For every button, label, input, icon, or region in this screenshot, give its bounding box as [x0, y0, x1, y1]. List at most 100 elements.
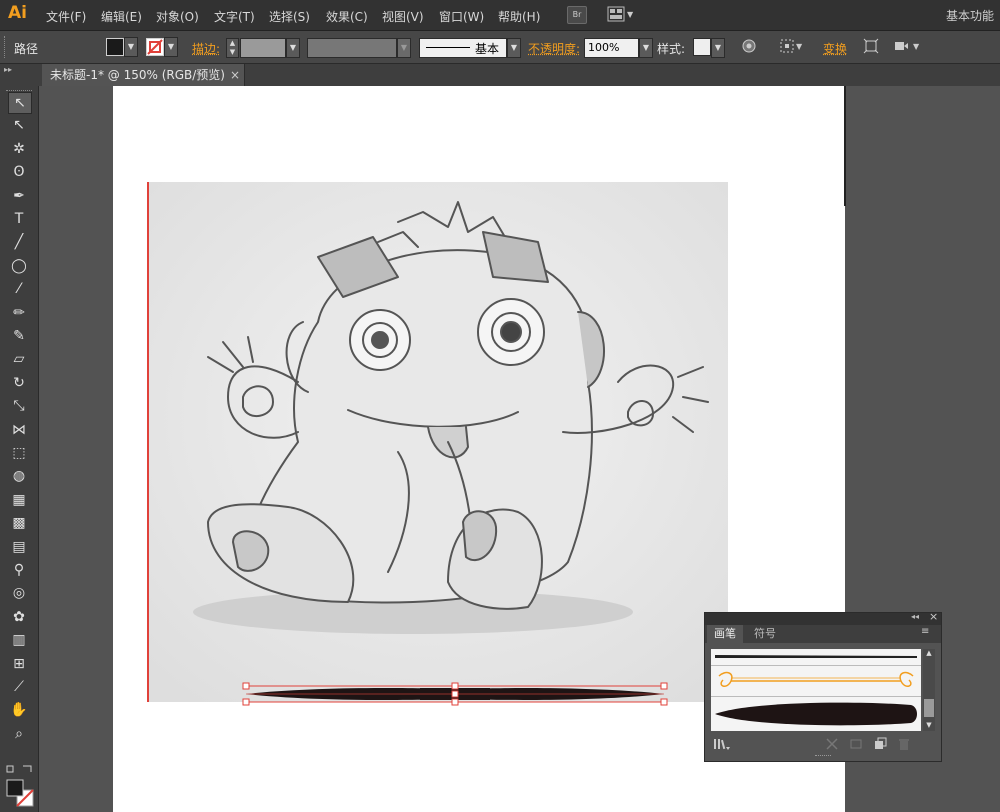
menu-file[interactable]: 文件(F): [46, 8, 86, 25]
stroke-swatch[interactable]: [146, 38, 164, 56]
brush-list-scrollbar[interactable]: ▲ ▼: [923, 649, 935, 731]
gradient-tool[interactable]: ▤: [8, 537, 30, 557]
blob-brush-icon: ✎: [13, 328, 25, 344]
variable-width-profile[interactable]: [307, 38, 397, 58]
chevron-down-icon[interactable]: ▼: [913, 42, 919, 51]
align-to-button[interactable]: [779, 38, 795, 54]
fill-swatch[interactable]: [106, 38, 124, 56]
line-segment-tool[interactable]: ╱: [8, 232, 30, 252]
opacity-input[interactable]: 100%: [584, 38, 639, 58]
stroke-dropdown[interactable]: ▼: [164, 37, 178, 57]
scroll-down-icon[interactable]: ▼: [923, 721, 935, 731]
panel-menu-icon[interactable]: ≡: [921, 626, 929, 637]
selection-tool[interactable]: ↖: [8, 92, 32, 114]
opacity-dropdown[interactable]: ▼: [639, 38, 653, 58]
menu-window[interactable]: 窗口(W): [439, 8, 484, 25]
menu-edit[interactable]: 编辑(E): [101, 8, 142, 25]
tab-symbols[interactable]: 符号: [747, 625, 783, 643]
brush-dropdown[interactable]: ▼: [507, 38, 521, 58]
align-to-icon: [780, 39, 794, 53]
remove-brush-stroke-button[interactable]: [825, 737, 839, 751]
chevron-down-icon[interactable]: ▼: [796, 42, 802, 51]
stroke-weight-stepper[interactable]: ▲ ▼: [226, 38, 239, 58]
symbol-sprayer-tool[interactable]: ✿: [8, 607, 30, 627]
brush-item-charcoal[interactable]: [711, 649, 921, 666]
eraser-tool[interactable]: ▱: [8, 349, 30, 369]
panel-header[interactable]: ◂◂ ×: [705, 610, 941, 625]
perspective-grid-tool[interactable]: ▦: [8, 490, 30, 510]
ellipse-tool[interactable]: ◯: [8, 256, 30, 276]
artboard-tool[interactable]: ⊞: [8, 654, 30, 674]
direct-selection-tool[interactable]: ↖: [8, 115, 30, 135]
brush-list: [711, 649, 921, 731]
collapse-toolbar-icon[interactable]: ▸▸: [4, 65, 12, 74]
trash-icon: [899, 739, 909, 750]
menu-type[interactable]: 文字(T): [214, 8, 255, 25]
new-brush-button[interactable]: [873, 737, 887, 751]
blob-brush-tool[interactable]: ✎: [8, 326, 30, 346]
close-panel-icon[interactable]: ×: [929, 610, 938, 623]
mesh-tool[interactable]: ▩: [8, 513, 30, 533]
menu-help[interactable]: 帮助(H): [498, 8, 540, 25]
shape-builder-tool[interactable]: ◍: [8, 466, 30, 486]
selected-brush-path[interactable]: [240, 680, 670, 708]
grip-handle[interactable]: [4, 36, 8, 58]
delete-brush-button[interactable]: [897, 737, 911, 751]
blend-tool[interactable]: ◎: [8, 583, 30, 603]
eyedropper-tool[interactable]: ⚲: [8, 560, 30, 580]
line-segment-icon: ╱: [14, 234, 24, 251]
recolor-artwork-button[interactable]: [741, 38, 757, 54]
free-transform-tool[interactable]: ⬚: [8, 443, 30, 463]
stroke-label[interactable]: 描边:: [192, 40, 220, 57]
brush-item-art-taper[interactable]: [711, 697, 921, 731]
menu-effect[interactable]: 效果(C): [326, 8, 368, 25]
stroke-weight-input[interactable]: [240, 38, 286, 58]
stroke-weight-dropdown[interactable]: ▼: [286, 38, 300, 58]
tab-brushes[interactable]: 画笔: [707, 625, 743, 643]
graphic-style-dropdown[interactable]: ▼: [711, 38, 725, 58]
more-options-button[interactable]: [893, 38, 909, 54]
zoom-tool[interactable]: ⌕: [8, 724, 30, 744]
collapse-panel-icon[interactable]: ◂◂: [911, 612, 919, 621]
column-graph-tool[interactable]: ▥: [8, 630, 30, 650]
bridge-button[interactable]: Br: [567, 6, 587, 24]
scale-icon: ⤡: [13, 398, 25, 415]
menu-object[interactable]: 对象(O): [156, 8, 199, 25]
chevron-down-icon[interactable]: ▼: [627, 10, 633, 19]
brush-libraries-button[interactable]: [713, 737, 731, 751]
isolate-button[interactable]: [863, 38, 879, 54]
hand-tool[interactable]: ✋: [8, 700, 30, 720]
variable-width-dropdown[interactable]: ▼: [397, 38, 411, 58]
scroll-thumb[interactable]: [924, 699, 934, 717]
pen-tool[interactable]: ✒: [8, 186, 30, 206]
new-item-icon: [875, 737, 887, 749]
slice-tool[interactable]: ⟋: [8, 677, 30, 697]
fill-dropdown[interactable]: ▼: [124, 37, 138, 57]
placed-sketch-image[interactable]: [148, 182, 728, 702]
brush-options-button[interactable]: [849, 737, 863, 751]
brush-definition[interactable]: 基本: [419, 38, 507, 58]
transform-link[interactable]: 变换: [823, 40, 847, 57]
close-tab-icon[interactable]: ×: [230, 64, 240, 86]
menu-view[interactable]: 视图(V): [382, 8, 424, 25]
brush-item-pattern[interactable]: [711, 666, 921, 697]
magic-wand-tool[interactable]: ✲: [8, 139, 30, 159]
arrange-documents-icon: [607, 6, 625, 22]
paintbrush-tool[interactable]: ⁄: [8, 279, 30, 299]
graphic-style-swatch[interactable]: [693, 38, 711, 56]
workspace-switcher[interactable]: 基本功能: [946, 7, 994, 24]
opacity-label[interactable]: 不透明度:: [528, 40, 580, 57]
pencil-tool[interactable]: ✏: [8, 303, 30, 323]
lasso-tool[interactable]: ʘ: [8, 162, 30, 182]
scroll-up-icon[interactable]: ▲: [923, 649, 935, 659]
panel-resize-grip[interactable]: [815, 755, 831, 760]
menu-select[interactable]: 选择(S): [269, 8, 310, 25]
remove-stroke-icon: [826, 738, 838, 750]
document-tab[interactable]: 未标题-1* @ 150% (RGB/预览) ×: [42, 64, 245, 86]
type-tool[interactable]: T: [8, 209, 30, 229]
fill-stroke-widget[interactable]: [5, 764, 35, 808]
rotate-tool[interactable]: ↻: [8, 373, 30, 393]
scale-tool[interactable]: ⤡: [8, 396, 30, 416]
width-tool[interactable]: ⋈: [8, 420, 30, 440]
arrange-documents-button[interactable]: [607, 6, 625, 22]
